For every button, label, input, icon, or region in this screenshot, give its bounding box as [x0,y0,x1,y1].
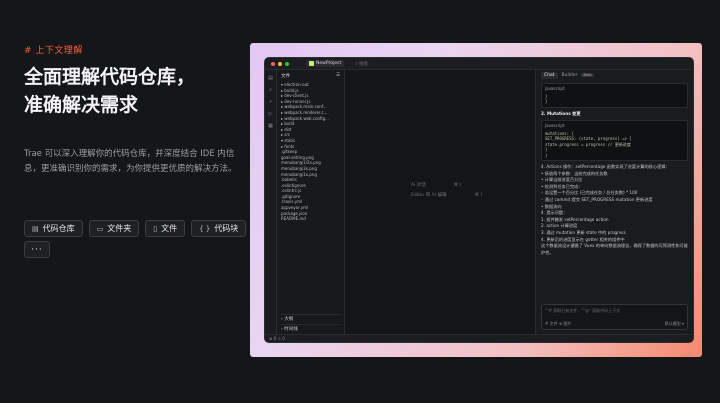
hint-label: Editor 和 AI 编辑 [411,193,447,198]
tree-item[interactable]: README.md [281,216,340,222]
file-tree: ▾ electron-out ▸ build.js ▸ dev-client.j… [281,82,340,222]
page-title: 全面理解代码仓库， 准确解决需求 [24,66,196,116]
search-icon[interactable]: ⌕ [269,87,272,93]
tab-chat[interactable]: Chat [541,71,558,79]
debug-icon[interactable]: ▷ [269,111,273,117]
project-name: NewProject [316,61,342,66]
explorer-title: 文件 [281,74,290,79]
chip-label: 代码仓库 [42,224,75,233]
hint-label: Ai 对话 [411,183,426,188]
folder-icon: ▭ [96,224,104,233]
chip-folder[interactable]: ▭ 文件夹 [88,220,140,237]
editor-shortcut-hints: Ai 对话 ⌘ I Editor 和 AI 编辑 ⌘ I [411,181,482,201]
hint-key: ⌘ I [474,193,482,198]
collapse-all-icon[interactable]: ☰ [336,73,340,79]
extensions-icon[interactable]: ▦ [268,123,273,129]
code-line: } [545,152,548,158]
section-heading: 2. Mutations 变更 [541,110,581,116]
ide-window: NewProject ⌕ 搜索 ▤ ⌕ ⑂ ▷ ▦ 文件 ☰ ▾ electron… [264,57,694,343]
chip-file[interactable]: ▯ 文件 [145,220,186,237]
more-button[interactable]: ··· [24,241,50,258]
chat-message: 4. Actions 操作：setPercentage 函数实现了进度计算的核心… [541,164,688,256]
timeline-section[interactable]: › 时间线 [281,324,341,334]
model-select[interactable]: 默认模型 ▾ [665,321,684,327]
code-lang: javascript [545,123,565,129]
chat-input-placeholder: ""# 获取已有文件，""@" 获取代码上下文 [545,308,621,313]
attach-controls[interactable]: # 文件 ⊕ 图片 [545,321,572,327]
chip-repository[interactable]: ▤ 代码仓库 [24,220,83,237]
code-block-icon: { } [199,224,211,233]
code-block: javascript } } [541,83,688,108]
chip-code-block[interactable]: { } 代码块 [191,220,247,237]
repository-icon: ▤ [32,224,39,233]
file-icon: ▯ [153,224,158,233]
chip-label: 代码块 [214,224,239,233]
ide-preview-panel: NewProject ⌕ 搜索 ▤ ⌕ ⑂ ▷ ▦ 文件 ☰ ▾ electron… [250,43,702,357]
message-line: 4. Actions 操作：setPercentage 函数实现了进度计算的核心… [541,164,670,170]
message-line: 这个数据流设计遵循了 Vuex 的单向数据流理念，确保了数据的可预测性和可维护性… [541,243,688,255]
message-line: ◦ 通过 commit 提交 SET_PROGRESS mutation 更新进… [541,197,653,203]
feature-description: Trae 可以深入理解你的代码仓库，并深度结合 IDE 内信息，更准确识别你的需… [24,149,237,174]
message-line: 3. 通过 mutation 更新 state 中的 progress [541,230,626,236]
chip-label: 文件 [161,224,178,233]
section-tag: # 上下文理解 [24,46,83,56]
timeline-label: 时间线 [284,327,298,332]
beta-badge: Beta [581,73,594,77]
chat-input[interactable]: ""# 获取已有文件，""@" 获取代码上下文 # 文件 ⊕ 图片 默认模型 ▾ [541,304,688,330]
editor-area[interactable]: Ai 对话 ⌘ I Editor 和 AI 编辑 ⌘ I [345,70,535,334]
status-bar: ⊗ 0 ⚠ 0 [265,334,693,342]
hint-key: ⌘ I [453,183,462,188]
project-switcher[interactable]: NewProject [306,60,345,67]
message-line: • 计算当前进度百分比 [541,177,583,183]
code-line: } [545,99,548,104]
search-input[interactable]: ⌕ 搜索 [355,61,368,67]
code-lang: javascript [545,86,565,91]
context-chips: ▤ 代码仓库 ▭ 文件夹 ▯ 文件 { } 代码块 [24,220,247,237]
chat-panel: Chat Builder Beta javascript } } 2. Muta… [535,70,693,334]
activity-bar: ▤ ⌕ ⑂ ▷ ▦ [265,70,277,334]
project-logo-icon [309,61,314,66]
file-explorer: 文件 ☰ ▾ electron-out ▸ build.js ▸ dev-clie… [277,70,345,334]
explorer-icon[interactable]: ▤ [268,75,273,81]
outline-section[interactable]: › 大纲 [281,314,341,324]
message-line: 4. 提示问题： [541,210,568,216]
outline-label: 大纲 [284,317,294,322]
maximize-dot-icon[interactable] [285,61,289,66]
code-block: javascript mutations: { SET_PROGRESS: (s… [541,120,688,162]
source-control-icon[interactable]: ⑂ [269,99,272,105]
minimize-dot-icon[interactable] [278,61,282,66]
title-bar: NewProject ⌕ 搜索 [265,58,693,70]
close-dot-icon[interactable] [271,61,275,66]
tab-builder[interactable]: Builder [562,73,578,78]
search-placeholder: 搜索 [359,61,369,67]
chip-label: 文件夹 [107,224,132,233]
